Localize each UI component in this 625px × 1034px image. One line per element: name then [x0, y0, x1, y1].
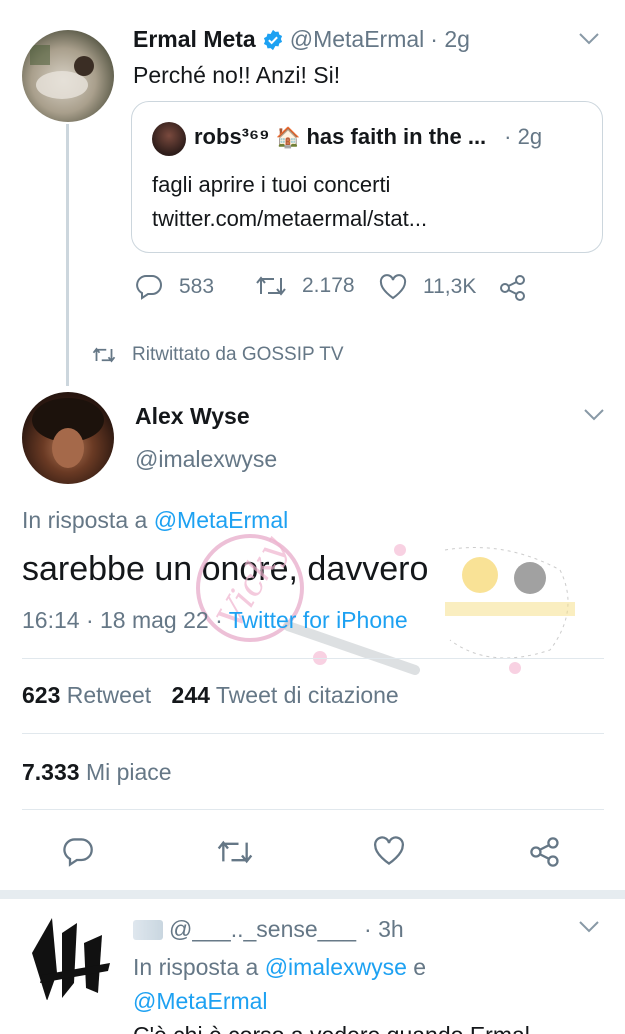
- retweeted-by-label: Ritwittato da GOSSIP TV: [132, 344, 344, 365]
- quoted-tweet[interactable]: robs³⁶⁹ 🏠 has faith in the ... · 2g fagl…: [131, 101, 603, 253]
- likes-label: Mi piace: [85, 759, 172, 785]
- person-photo: [32, 398, 104, 468]
- tweet-source-link[interactable]: Twitter for iPhone: [229, 607, 408, 633]
- reply-and: e: [406, 954, 427, 980]
- likes-count: 7.333: [22, 759, 80, 785]
- quote-time: · 2g: [504, 124, 543, 149]
- quotes-stat[interactable]: 244 Tweet di citazione: [172, 682, 399, 708]
- retweet-icon[interactable]: [217, 838, 253, 866]
- quote-text-line1: fagli aprire i tuoi concerti: [152, 172, 391, 197]
- tweet-meta: 16:14 · 18 mag 22 · Twitter for iPhone: [22, 607, 408, 634]
- share-icon[interactable]: [528, 836, 562, 868]
- chevron-down-icon[interactable]: [583, 408, 605, 422]
- verified-badge-icon: [262, 29, 284, 51]
- reply-prefix: In risposta a: [22, 507, 154, 533]
- author-name[interactable]: Ermal Meta: [133, 26, 256, 53]
- author-name[interactable]: Alex Wyse: [135, 403, 250, 430]
- quote-author-name: robs³⁶⁹: [194, 124, 270, 149]
- author-handle[interactable]: @imalexwyse: [135, 446, 277, 473]
- quotes-label: Tweet di citazione: [215, 682, 399, 708]
- divider: [22, 733, 604, 734]
- reply-button[interactable]: 583: [135, 274, 214, 300]
- author-handle[interactable]: @MetaErmal: [290, 26, 425, 53]
- share-button[interactable]: [498, 274, 544, 302]
- avatar[interactable]: [22, 392, 114, 484]
- person-photo: [30, 45, 94, 99]
- tweet-text: C'è chi è corso a vedere quando Ermal: [133, 1022, 530, 1034]
- retweet-small-icon: [92, 347, 116, 363]
- tweet-time: · 2g: [430, 26, 470, 52]
- tweet-time: · 3h: [364, 916, 404, 942]
- quotes-count: 244: [171, 682, 210, 708]
- quote-avatar: [152, 122, 186, 156]
- reply-icon: [136, 275, 162, 300]
- house-emoji: 🏠: [275, 126, 301, 149]
- retweeted-by[interactable]: Ritwittato da GOSSIP TV: [92, 344, 344, 366]
- divider: [22, 658, 604, 659]
- retweet-count: 2.178: [302, 274, 355, 297]
- reply-to-link[interactable]: @imalexwyse: [265, 954, 407, 980]
- quote-author-name-rest: has faith in the ...: [306, 124, 487, 149]
- blurred-name: [133, 919, 163, 940]
- retweets-label: Retweet: [66, 682, 152, 708]
- reply-prefix: In risposta a: [133, 954, 265, 980]
- author-handle[interactable]: @___.._sense___: [169, 916, 356, 943]
- quote-header: robs³⁶⁹ 🏠 has faith in the ... · 2g: [194, 124, 542, 150]
- divider: [22, 809, 604, 810]
- heart-icon[interactable]: [373, 836, 405, 866]
- chevron-down-icon[interactable]: [578, 920, 600, 934]
- retweet-icon: [256, 276, 286, 296]
- retweet-button[interactable]: 2.178: [256, 274, 355, 298]
- reply-context: In risposta a @imalexwyse e: [133, 954, 426, 981]
- retweets-count: 623: [22, 682, 61, 708]
- share-icon: [500, 275, 525, 301]
- quote-link[interactable]: twitter.com/metaermal/stat...: [152, 206, 427, 232]
- reply-icon[interactable]: [62, 836, 94, 868]
- retweets-stat[interactable]: 623 Retweet: [22, 682, 151, 708]
- tweet-text: Perché no!! Anzi! Si!: [133, 62, 341, 88]
- reply-count: 583: [179, 275, 215, 298]
- section-separator: [0, 890, 625, 899]
- chevron-down-icon[interactable]: [578, 32, 600, 46]
- avatar[interactable]: [22, 913, 114, 1005]
- like-button[interactable]: 11,3K: [379, 274, 476, 300]
- abstract-ink-avatar: [32, 918, 110, 1001]
- engagement-stats: 623 Retweet 244 Tweet di citazione: [22, 682, 399, 709]
- tweet-header: @___.._sense___ · 3h: [133, 916, 404, 943]
- avatar[interactable]: [22, 30, 114, 122]
- like-count: 11,3K: [423, 275, 477, 298]
- reply-to-link-2[interactable]: @MetaErmal: [133, 988, 268, 1015]
- tweet-timestamp: 16:14 · 18 mag 22 ·: [22, 607, 229, 633]
- tweet-header: Ermal Meta @MetaErmal · 2g: [133, 26, 470, 53]
- likes-stat[interactable]: 7.333 Mi piace: [22, 759, 172, 786]
- heart-icon: [379, 274, 407, 300]
- thread-line: [66, 124, 69, 386]
